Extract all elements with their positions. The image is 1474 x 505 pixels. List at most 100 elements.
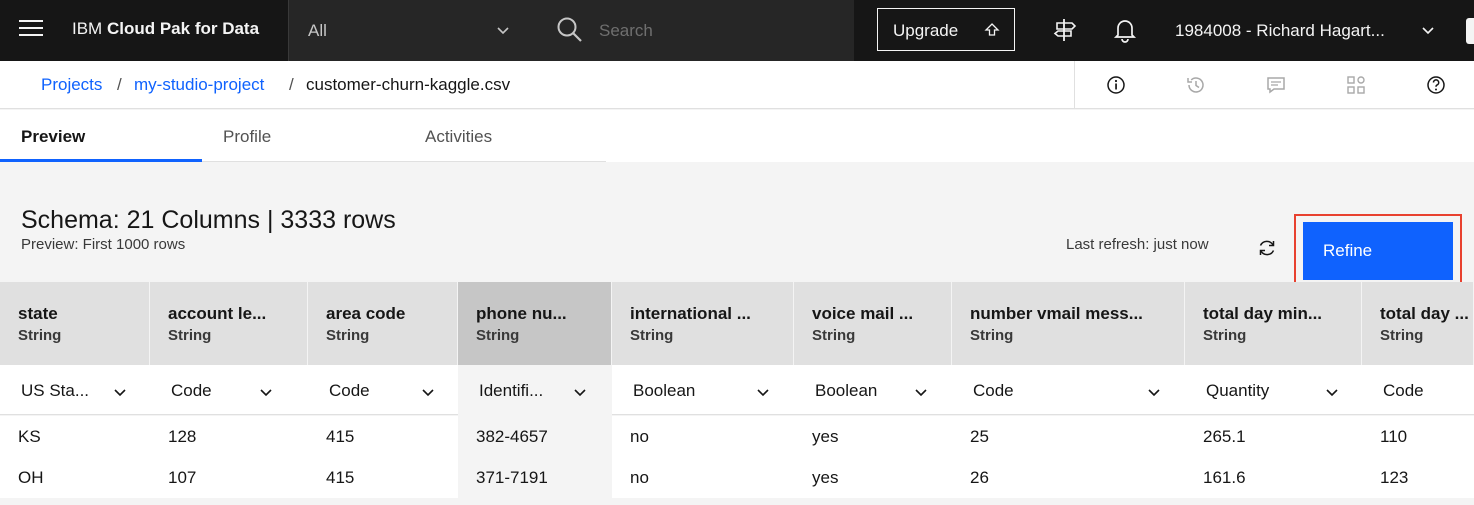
- column-name: account le...: [168, 304, 267, 323]
- column-header[interactable]: phone nu... String: [458, 282, 612, 365]
- tab-activities[interactable]: Activities: [404, 110, 606, 162]
- column-header[interactable]: total day min... String: [1185, 282, 1362, 365]
- chevron-down-icon: [757, 389, 769, 397]
- column-name: phone nu...: [476, 304, 567, 323]
- table-cell: 123: [1380, 468, 1409, 487]
- table-cell: 371-7191: [458, 457, 612, 498]
- brand-name: Cloud Pak for Data: [106, 19, 260, 38]
- column-header[interactable]: voice mail ... String: [794, 282, 952, 365]
- column-header[interactable]: state String: [0, 282, 150, 365]
- notification-bell-icon[interactable]: [1112, 17, 1138, 43]
- top-header: IBM Cloud Pak for Data All Search Upgrad…: [0, 0, 1474, 61]
- data-class-value: Code: [171, 381, 212, 400]
- table-row: OH 107 415 371-7191 no yes 26 161.6 123: [0, 457, 1474, 498]
- column-type: String: [812, 327, 856, 344]
- data-class-value: Quantity: [1206, 381, 1270, 400]
- chevron-down-icon: [1326, 389, 1338, 397]
- table-cell: OH: [18, 468, 44, 487]
- breadcrumb-current-asset: customer-churn-kaggle.csv: [306, 75, 511, 94]
- search-placeholder: Search: [599, 21, 653, 40]
- table-cell: no: [630, 468, 649, 487]
- column-header[interactable]: account le... String: [150, 282, 308, 365]
- chevron-down-icon: [260, 389, 272, 397]
- data-class-dropdown[interactable]: Quantity: [1185, 365, 1362, 415]
- column-type: String: [1203, 327, 1247, 344]
- data-class-value: US Sta...: [21, 381, 90, 400]
- help-icon[interactable]: [1425, 74, 1447, 96]
- upgrade-arrow-icon: [984, 23, 1000, 36]
- data-class-value: Code: [1383, 381, 1424, 400]
- search-icon: [557, 17, 582, 42]
- tab-preview[interactable]: Preview: [0, 110, 202, 162]
- column-name: area code: [326, 304, 406, 323]
- data-class-value: Code: [329, 381, 370, 400]
- column-name: total day min...: [1203, 304, 1323, 323]
- table-cell: yes: [812, 427, 839, 446]
- search-input[interactable]: Search: [524, 0, 854, 61]
- column-type: String: [18, 327, 62, 344]
- column-type: String: [326, 327, 370, 344]
- asset-toolbar: [1074, 61, 1474, 109]
- product-brand[interactable]: IBM Cloud Pak for Data: [72, 19, 259, 39]
- data-class-dropdown[interactable]: Boolean: [612, 365, 794, 415]
- table-header-row: state String account le... String area code S…: [0, 282, 1474, 365]
- column-header[interactable]: number vmail mess... String: [952, 282, 1185, 365]
- chevron-down-icon: [574, 389, 586, 397]
- data-class-dropdown[interactable]: Code: [1362, 365, 1474, 415]
- history-icon[interactable]: [1185, 74, 1207, 96]
- column-name: international ...: [630, 304, 751, 323]
- table-cell: 128: [168, 427, 197, 446]
- table-cell: 107: [168, 468, 197, 487]
- data-class-value: Code: [973, 381, 1014, 400]
- breadcrumb-separator: /: [117, 75, 122, 94]
- table-cell: 26: [970, 468, 989, 487]
- chevron-down-icon: [1148, 389, 1160, 397]
- data-class-dropdown[interactable]: Identifi...: [458, 365, 612, 415]
- last-refresh-text: Last refresh: just now: [1066, 236, 1209, 253]
- table-cell: 265.1: [1203, 427, 1246, 446]
- asset-tabs: Preview Profile Activities: [0, 110, 1474, 162]
- column-header[interactable]: area code String: [308, 282, 458, 365]
- upgrade-button[interactable]: Upgrade: [877, 8, 1015, 51]
- table-cell: yes: [812, 468, 839, 487]
- chevron-down-icon: [114, 389, 126, 397]
- table-cell: 161.6: [1203, 468, 1246, 487]
- table-cell: 415: [326, 468, 355, 487]
- comment-icon[interactable]: [1265, 74, 1287, 96]
- signpost-icon[interactable]: [1052, 17, 1078, 43]
- column-name: number vmail mess...: [970, 304, 1143, 323]
- data-class-dropdown[interactable]: Code: [150, 365, 308, 415]
- table-cell: 25: [970, 427, 989, 446]
- refine-button[interactable]: Refine: [1303, 222, 1453, 280]
- search-scope-dropdown[interactable]: All: [288, 0, 524, 61]
- info-icon[interactable]: [1105, 74, 1127, 96]
- data-class-dropdown[interactable]: Code: [952, 365, 1185, 415]
- upgrade-label: Upgrade: [893, 21, 959, 40]
- column-type: String: [630, 327, 674, 344]
- column-type: String: [476, 327, 520, 344]
- hamburger-menu-icon[interactable]: [19, 20, 43, 40]
- table-row: KS 128 415 382-4657 no yes 25 265.1 110: [0, 416, 1474, 457]
- data-class-dropdown[interactable]: Code: [308, 365, 458, 415]
- related-assets-icon[interactable]: [1345, 74, 1367, 96]
- data-class-dropdown[interactable]: US Sta...: [0, 365, 150, 415]
- chevron-down-icon: [422, 389, 434, 397]
- brand-prefix: IBM: [72, 19, 103, 38]
- column-header[interactable]: total day ... String: [1362, 282, 1474, 365]
- refresh-icon[interactable]: [1256, 237, 1278, 259]
- data-class-dropdown[interactable]: Boolean: [794, 365, 952, 415]
- column-name: total day ...: [1380, 304, 1469, 323]
- account-switcher[interactable]: 1984008 - Richard Hagart...: [1175, 21, 1385, 41]
- breadcrumb-projects[interactable]: Projects: [41, 75, 102, 95]
- side-panel-edge: [1466, 18, 1474, 44]
- column-header[interactable]: international ... String: [612, 282, 794, 365]
- table-cell: 382-4657: [458, 416, 612, 457]
- chevron-down-icon[interactable]: [1420, 22, 1436, 38]
- breadcrumb-project[interactable]: my-studio-project: [134, 75, 264, 95]
- column-type: String: [970, 327, 1014, 344]
- tab-profile[interactable]: Profile: [202, 110, 404, 162]
- column-type: String: [168, 327, 212, 344]
- breadcrumb: Projects / my-studio-project / customer-…: [0, 61, 1474, 109]
- table-cell: 110: [1380, 427, 1408, 446]
- column-type: String: [1380, 327, 1424, 344]
